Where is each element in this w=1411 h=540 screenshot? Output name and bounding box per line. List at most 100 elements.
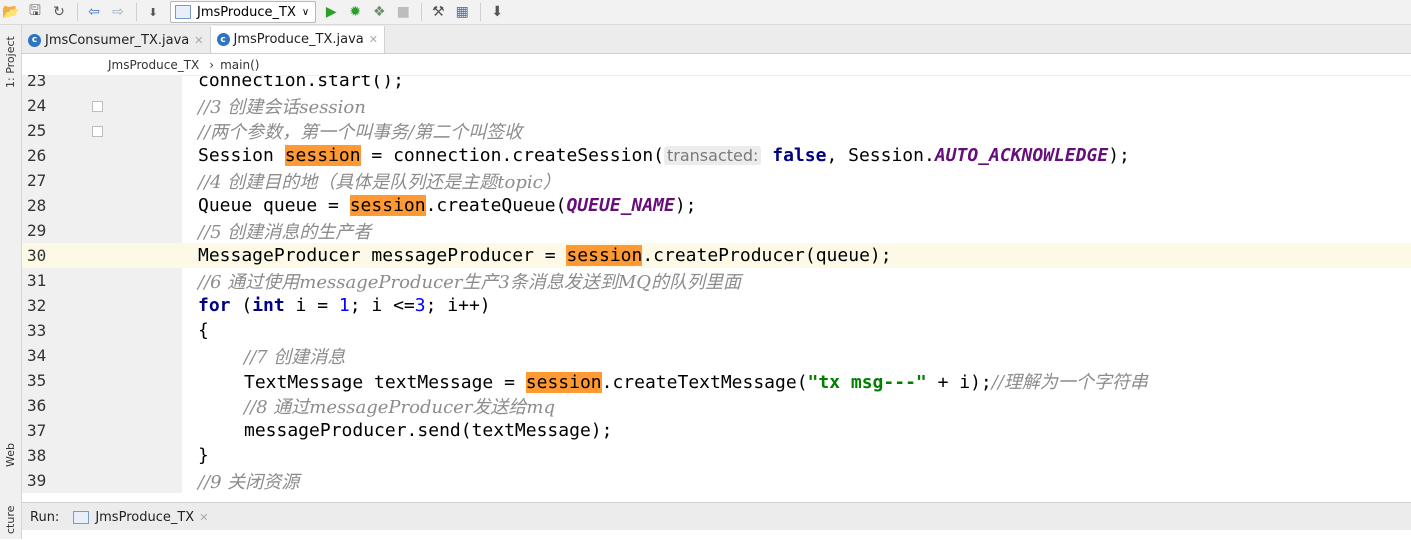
close-icon[interactable]: ✕	[199, 511, 208, 524]
sync-icon[interactable]: ↻	[48, 1, 70, 23]
toolbar-divider	[77, 3, 78, 21]
run-icon[interactable]: ▶	[320, 1, 342, 23]
parameter-hint: transacted:	[664, 146, 762, 165]
open-folder-icon[interactable]: 📂	[0, 1, 22, 23]
close-icon[interactable]: ✕	[194, 34, 203, 47]
line-number: 36	[27, 396, 47, 415]
coverage-icon[interactable]: ❖	[368, 1, 390, 23]
code-token: }	[198, 445, 209, 466]
code-line[interactable]: 36 //8 通过messageProducer发送给mq	[22, 393, 1411, 418]
code-text: //4 创建目的地（具体是队列还是主题topic）	[198, 168, 561, 194]
code-token: //5 创建消息的生产者	[198, 221, 372, 243]
code-token: , Session.	[826, 145, 935, 166]
code-text: for (int i = 1; i <=3; i++)	[198, 295, 491, 316]
tab-label: JmsProduce_TX.java	[233, 32, 364, 47]
code-line[interactable]: 27 //4 创建目的地（具体是队列还是主题topic）	[22, 168, 1411, 193]
code-text: {	[198, 320, 209, 341]
line-number: 30	[27, 246, 47, 265]
line-number: 34	[27, 346, 47, 365]
run-config-label: JmsProduce_TX	[197, 4, 296, 20]
code-token: = connection.createSession(	[360, 145, 664, 166]
code-text: //3 创建会话session	[198, 93, 366, 119]
tab-jmsconsumer-tx[interactable]: c JmsConsumer_TX.java ✕	[22, 27, 211, 53]
run-config-icon	[175, 5, 191, 19]
structure-tool-tab[interactable]: cture	[0, 500, 21, 540]
code-token: );	[1108, 145, 1130, 166]
java-class-icon: c	[216, 33, 230, 46]
code-line[interactable]: 35 TextMessage textMessage = session.crea…	[22, 368, 1411, 393]
code-text: //9 关闭资源	[198, 468, 299, 494]
code-token: + i);	[926, 371, 992, 393]
code-line[interactable]: 26 Session session = connection.createSes…	[22, 143, 1411, 168]
forward-arrow-icon[interactable]: ⇨	[107, 1, 129, 23]
code-text: Queue queue = session.createQueue(QUEUE_…	[198, 195, 697, 216]
sdk-manager-icon[interactable]: ▦	[451, 1, 473, 23]
back-arrow-icon[interactable]: ⇦	[83, 1, 105, 23]
structure-tool-tab-label: cture	[4, 505, 17, 535]
save-icon[interactable]: 🖫	[24, 1, 46, 23]
code-text: connection.start();	[198, 75, 404, 91]
build-icon[interactable]: ⬇	[142, 1, 164, 23]
run-tab[interactable]: JmsProduce_TX ✕	[73, 510, 208, 525]
search-highlight: session	[284, 145, 361, 166]
breadcrumb-method[interactable]: main()	[220, 58, 259, 72]
project-tool-tab[interactable]: 1: Project	[0, 27, 21, 97]
project-structure-icon[interactable]: ⚒	[427, 1, 449, 23]
deploy-icon[interactable]: ⬇	[486, 1, 508, 23]
code-text: Session session = connection.createSessi…	[198, 145, 1130, 166]
code-line[interactable]: 25 //两个参数，第一个叫事务/第二个叫签收	[22, 118, 1411, 143]
code-token: QUEUE_NAME	[566, 195, 675, 216]
code-line[interactable]: 38}	[22, 443, 1411, 468]
code-line[interactable]: 29 //5 创建消息的生产者	[22, 218, 1411, 243]
fold-marker-icon[interactable]	[92, 126, 103, 137]
code-line[interactable]: 33 {	[22, 318, 1411, 343]
code-token: "tx msg---"	[807, 371, 927, 393]
line-number: 29	[27, 221, 47, 240]
code-line[interactable]: 39 //9 关闭资源	[22, 468, 1411, 493]
code-token: for	[198, 295, 231, 316]
breadcrumb-separator: ›	[209, 57, 215, 72]
code-line[interactable]: 24 //3 创建会话session	[22, 93, 1411, 118]
code-editor[interactable]: 23 connection.start(); 24//3 创建会话session 25…	[22, 75, 1411, 501]
run-tab-label: JmsProduce_TX	[95, 509, 195, 525]
project-tool-tab-label: 1: Project	[4, 36, 17, 88]
code-token: (	[230, 295, 253, 316]
console-output	[22, 530, 1411, 539]
toolbar-divider	[480, 3, 482, 21]
line-number: 33	[27, 321, 47, 340]
code-text: //两个参数，第一个叫事务/第二个叫签收	[198, 118, 522, 144]
code-line[interactable]: 31 //6 通过使用messageProducer生产3条消息发送到MQ的队列里…	[22, 268, 1411, 293]
stop-icon[interactable]: ■	[392, 1, 414, 23]
search-highlight: session	[566, 245, 643, 266]
code-line[interactable]: 37 messageProducer.send(textMessage);	[22, 418, 1411, 443]
code-line[interactable]: 34 //7 创建消息	[22, 343, 1411, 368]
code-line[interactable]: 23 connection.start();	[22, 75, 1411, 93]
run-configuration-select[interactable]: JmsProduce_TX ∨	[170, 1, 317, 23]
tab-jmsproduce-tx[interactable]: c JmsProduce_TX.java ✕	[210, 26, 385, 53]
web-tool-tab[interactable]: Web	[0, 430, 21, 480]
fold-marker-icon[interactable]	[92, 101, 103, 112]
code-text: //8 通过messageProducer发送给mq	[244, 393, 555, 419]
debug-icon[interactable]: ✹	[344, 1, 366, 23]
code-line[interactable]: 30 MessageProducer messageProducer = sess…	[22, 243, 1411, 268]
code-token: .createProducer(queue);	[642, 245, 892, 266]
code-text: TextMessage textMessage = session.create…	[244, 368, 1148, 394]
code-token: //9 关闭资源	[198, 471, 300, 493]
code-line[interactable]: 28 Queue queue = session.createQueue(QUEU…	[22, 193, 1411, 218]
search-highlight: session	[349, 195, 426, 216]
line-number: 31	[27, 271, 47, 290]
code-token: false	[772, 145, 827, 166]
code-token: Queue queue =	[198, 195, 350, 216]
code-token: 3	[414, 295, 426, 316]
line-number: 28	[27, 196, 47, 215]
code-line[interactable]: 32 for (int i = 1; i <=3; i++)	[22, 293, 1411, 318]
code-token: ; i <=	[349, 295, 415, 316]
run-config-icon	[73, 510, 90, 524]
breadcrumb-class[interactable]: JmsProduce_TX	[108, 58, 199, 72]
code-token: ; i++)	[425, 295, 491, 316]
close-icon[interactable]: ✕	[369, 33, 378, 46]
code-token: TextMessage textMessage =	[244, 371, 526, 393]
code-token: i =	[284, 295, 339, 316]
line-number: 37	[27, 421, 47, 440]
